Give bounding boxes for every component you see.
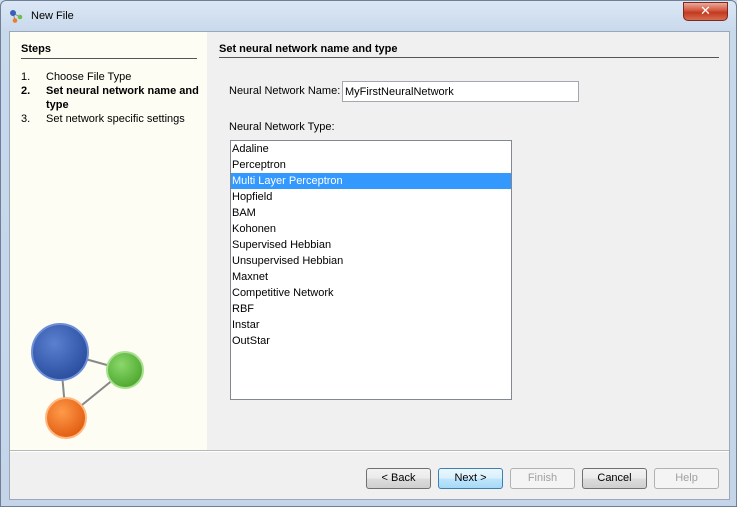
- new-file-dialog: New File ✕ Steps 1. Choose File Type 2. …: [0, 0, 737, 507]
- network-type-option[interactable]: Hopfield: [231, 189, 511, 205]
- title-bar[interactable]: New File ✕: [1, 1, 736, 31]
- network-type-option[interactable]: Competitive Network: [231, 285, 511, 301]
- dialog-body: Steps 1. Choose File Type 2. Set neural …: [9, 31, 730, 500]
- help-button[interactable]: Help: [654, 468, 719, 489]
- network-type-option[interactable]: Kohonen: [231, 221, 511, 237]
- page-divider: [219, 57, 719, 58]
- network-type-option[interactable]: Perceptron: [231, 157, 511, 173]
- window-title: New File: [31, 10, 74, 22]
- network-type-option[interactable]: Instar: [231, 317, 511, 333]
- steps-panel: Steps 1. Choose File Type 2. Set neural …: [10, 32, 207, 450]
- step-number: 1.: [21, 71, 31, 83]
- app-icon: [10, 10, 23, 23]
- network-type-option[interactable]: RBF: [231, 301, 511, 317]
- content-panel: Set neural network name and type Neural …: [207, 32, 729, 450]
- network-type-option[interactable]: OutStar: [231, 333, 511, 349]
- network-type-list[interactable]: Adaline Perceptron Multi Layer Perceptron H…: [230, 140, 512, 400]
- network-name-label: Neural Network Name:: [229, 85, 341, 97]
- step-number: 3.: [21, 113, 31, 125]
- step-number: 2.: [21, 85, 31, 97]
- button-bar-divider-highlight: [10, 451, 729, 452]
- step-label: Choose File Type: [46, 71, 132, 83]
- network-type-option[interactable]: Multi Layer Perceptron: [231, 173, 511, 189]
- steps-divider: [21, 58, 197, 59]
- close-icon: ✕: [700, 4, 711, 19]
- next-button[interactable]: Next >: [438, 468, 503, 489]
- step-item: 1. Choose File Type: [21, 70, 201, 84]
- back-button[interactable]: < Back: [366, 468, 431, 489]
- finish-button[interactable]: Finish: [510, 468, 575, 489]
- network-type-option[interactable]: BAM: [231, 205, 511, 221]
- network-type-option[interactable]: Maxnet: [231, 269, 511, 285]
- network-type-option[interactable]: Adaline: [231, 141, 511, 157]
- page-title: Set neural network name and type: [219, 43, 398, 55]
- network-name-input[interactable]: [342, 81, 579, 102]
- network-type-label: Neural Network Type:: [229, 121, 335, 133]
- step-item-active: 2. Set neural network name and type: [21, 84, 201, 112]
- network-type-option[interactable]: Unsupervised Hebbian: [231, 253, 511, 269]
- close-button[interactable]: ✕: [683, 2, 728, 21]
- neuroph-logo-icon: [31, 323, 144, 439]
- step-label: Set neural network name and type: [46, 85, 199, 111]
- steps-heading: Steps: [21, 43, 51, 55]
- network-type-option[interactable]: Supervised Hebbian: [231, 237, 511, 253]
- cancel-button[interactable]: Cancel: [582, 468, 647, 489]
- step-item: 3. Set network specific settings: [21, 112, 201, 126]
- step-label: Set network specific settings: [46, 113, 185, 125]
